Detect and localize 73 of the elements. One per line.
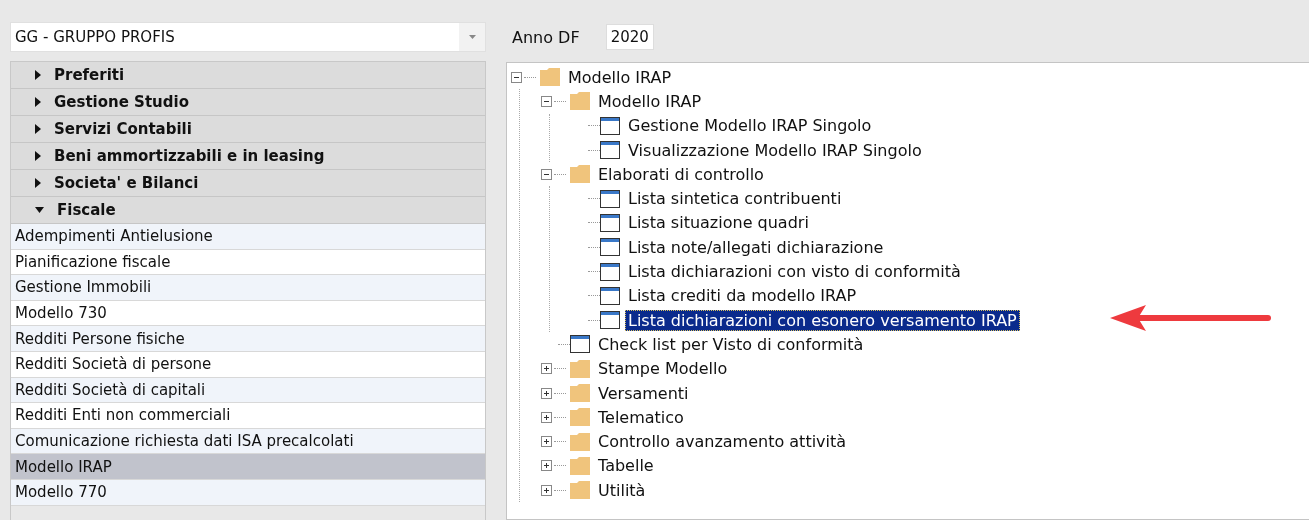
tree-item[interactable]: Utilità [595, 479, 649, 501]
pointer-arrow-icon [1108, 303, 1274, 333]
tree-item[interactable]: Visualizzazione Modello IRAP Singolo [625, 139, 925, 161]
tree-item[interactable]: Gestione Modello IRAP Singolo [625, 115, 875, 137]
menu-item[interactable]: Pianificazione fiscale [11, 249, 485, 276]
tree-item[interactable]: Controllo avanzamento attività [595, 431, 850, 453]
section-header[interactable]: Servizi Contabili [11, 116, 485, 143]
menu-item[interactable]: Adempimenti Antielusione [11, 224, 485, 250]
caret-right-icon [35, 151, 41, 161]
section-header[interactable]: Gestione Studio [11, 89, 485, 116]
folder-icon [570, 456, 590, 475]
folder-icon [570, 408, 590, 427]
tree-item[interactable]: Lista note/allegati dichiarazione [625, 236, 887, 258]
collapse-icon[interactable] [541, 95, 552, 107]
expand-icon[interactable] [541, 460, 552, 472]
folder-icon [570, 359, 590, 378]
menu-item[interactable]: Modello 730 [11, 300, 485, 327]
folder-icon [570, 432, 590, 451]
section-header[interactable]: Preferiti [11, 62, 485, 89]
window-icon [600, 189, 620, 208]
window-icon [600, 286, 620, 305]
year-label: Anno DF [512, 27, 580, 47]
menu-item[interactable]: Modello IRAP [11, 454, 485, 480]
tree-item[interactable]: Elaborati di controllo [595, 163, 767, 185]
caret-right-icon [35, 97, 41, 107]
tree-item[interactable]: Modello IRAP [565, 66, 675, 88]
expand-icon[interactable] [541, 484, 552, 496]
folder-icon [570, 165, 590, 184]
window-icon [570, 335, 590, 354]
expand-icon[interactable] [541, 363, 552, 375]
tree-item[interactable]: Tabelle [595, 455, 657, 477]
tree-item[interactable]: Telematico [595, 406, 687, 428]
tree-item[interactable]: Lista situazione quadri [625, 212, 812, 234]
menu-item[interactable]: Redditi Enti non commerciali [11, 403, 485, 429]
collapse-icon[interactable] [541, 168, 552, 180]
window-icon [600, 213, 620, 232]
menu-item[interactable]: Redditi Società di capitali [11, 377, 485, 404]
tree-item[interactable]: Stampe Modello [595, 358, 731, 380]
tree-item[interactable]: Lista sintetica contribuenti [625, 188, 845, 210]
expand-icon[interactable] [541, 436, 552, 448]
section-header[interactable]: Fiscale [11, 197, 485, 224]
window-icon [600, 141, 620, 160]
section-header[interactable]: Beni ammortizzabili e in leasing [11, 143, 485, 170]
caret-down-icon [35, 207, 44, 213]
window-icon [600, 238, 620, 257]
caret-icon [468, 35, 476, 39]
menu-item[interactable]: Redditi Società di persone [11, 351, 485, 378]
menu-item[interactable]: Gestione Immobili [11, 275, 485, 301]
menu-item[interactable]: Redditi Persone fisiche [11, 326, 485, 352]
section-header[interactable]: Societa' e Bilanci [11, 170, 485, 197]
caret-right-icon [35, 178, 41, 188]
tree-item[interactable]: Lista dichiarazioni con visto di conformità [625, 261, 964, 282]
menu-item[interactable]: Modello 770 [11, 479, 485, 506]
folder-icon [540, 68, 560, 87]
tree-item[interactable]: Lista dichiarazioni con esonero versamento IRAP [625, 309, 1020, 331]
expand-icon[interactable] [541, 387, 552, 399]
tree-item[interactable]: Modello IRAP [595, 90, 705, 112]
menu-item[interactable]: Comunicazione richiesta dati ISA precalcolati [11, 428, 485, 455]
tree-item[interactable]: Lista crediti da modello IRAP [625, 285, 860, 307]
caret-right-icon [35, 124, 41, 134]
window-icon [600, 311, 620, 330]
window-icon [600, 262, 620, 281]
company-select[interactable]: GG - GRUPPO PROFIS [10, 22, 486, 52]
folder-icon [570, 481, 590, 500]
window-icon [600, 116, 620, 135]
collapse-icon[interactable] [511, 71, 522, 83]
year-field[interactable]: 2020 [605, 24, 654, 50]
expand-icon[interactable] [541, 411, 552, 423]
tree-item[interactable]: Check list per Visto di conformità [595, 333, 867, 355]
folder-icon [570, 384, 590, 402]
tree-item[interactable]: Versamenti [595, 382, 692, 404]
folder-icon [570, 92, 590, 111]
caret-right-icon [35, 70, 41, 80]
